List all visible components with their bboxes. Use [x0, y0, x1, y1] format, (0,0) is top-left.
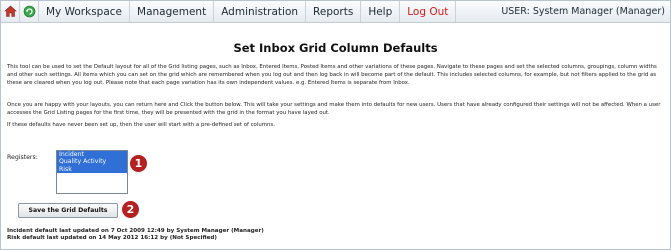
nav-reports[interactable]: Reports — [306, 1, 362, 22]
register-option-quality-activity[interactable]: Quality Activity — [57, 158, 127, 166]
description-paragraph-2: Once you are happy with your layouts, yo… — [7, 102, 661, 117]
registers-listbox[interactable]: Incident Quality Activity Risk — [56, 150, 128, 194]
nav-log-out[interactable]: Log Out — [400, 1, 457, 22]
refresh-icon[interactable] — [20, 1, 39, 22]
register-option-incident[interactable]: Incident — [57, 151, 127, 159]
register-option-risk[interactable]: Risk — [57, 165, 127, 174]
callout-badge-2: 2 — [122, 201, 139, 218]
page-title: Set Inbox Grid Column Defaults — [233, 41, 438, 55]
nav-administration[interactable]: Administration — [214, 1, 307, 22]
registers-label: Registers: — [7, 154, 38, 161]
nav-management[interactable]: Management — [130, 1, 215, 22]
save-grid-defaults-button[interactable]: Save the Grid Defaults — [18, 203, 118, 218]
risk-last-updated-status: Risk default last updated on 14 May 2012… — [7, 235, 217, 241]
nav-my-workspace[interactable]: My Workspace — [39, 1, 131, 22]
description-paragraph-3: If these defaults have never been set up… — [7, 122, 275, 128]
callout-badge-1: 1 — [130, 155, 147, 172]
main-content: Set Inbox Grid Column Defaults This tool… — [7, 22, 664, 241]
app-frame: My Workspace Management Administration R… — [0, 0, 671, 250]
top-navbar: My Workspace Management Administration R… — [1, 1, 670, 23]
incident-last-updated-status: Incident default last updated on 7 Oct 2… — [7, 228, 264, 234]
current-user-label: USER: System Manager (Manager) — [501, 6, 665, 17]
home-icon[interactable] — [1, 1, 20, 22]
description-paragraph-1: This tool can be used to set the Default… — [7, 64, 657, 87]
nav-help[interactable]: Help — [361, 1, 401, 22]
